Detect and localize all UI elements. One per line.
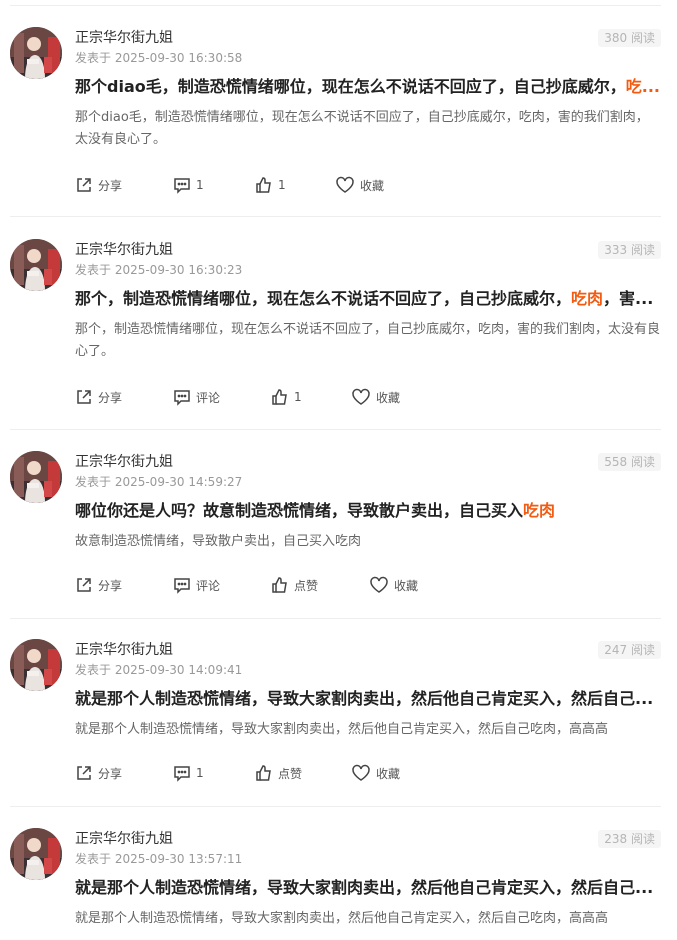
title-text: 那个，制造恐慌情绪哪位，现在怎么不说话不回应了，自己抄底威尔， — [75, 289, 572, 308]
post-card[interactable]: 正宗华尔街九姐 发表于 2025-09-30 16:30:23 333 阅读 那… — [10, 239, 661, 430]
avatar[interactable] — [10, 639, 62, 691]
post-title[interactable]: 就是那个人制造恐慌情绪，导致大家割肉卖出，然后他自己肯定买入，然后自己... — [75, 688, 661, 710]
favorite-label: 收藏 — [376, 390, 401, 405]
share-label: 分享 — [98, 766, 123, 781]
share-label: 分享 — [98, 178, 123, 193]
comment-label: 1 — [196, 766, 204, 780]
like-button[interactable]: 点赞 — [271, 575, 318, 595]
favorite-button[interactable]: 收藏 — [335, 175, 384, 195]
comment-icon — [173, 176, 196, 194]
author-name[interactable]: 正宗华尔街九姐 — [75, 830, 173, 848]
post-time: 发表于 2025-09-30 16:30:58 — [75, 51, 243, 65]
post-body[interactable]: 就是那个人制造恐慌情绪，导致大家割肉卖出，然后他自己肯定买入，然后自己吃肉，高高… — [75, 719, 661, 741]
title-text: 那个diao毛，制造恐慌情绪哪位，现在怎么不说话不回应了，自己抄底威尔， — [75, 77, 626, 96]
title-tail: ，害... — [603, 289, 654, 308]
share-icon — [75, 764, 98, 782]
thumbs-up-icon — [271, 388, 294, 406]
post-body[interactable]: 那个，制造恐慌情绪哪位，现在怎么不说话不回应了，自己抄底威尔，吃肉，害的我们割肉… — [75, 319, 661, 363]
like-label: 1 — [294, 390, 302, 404]
share-button[interactable]: 分享 — [75, 387, 122, 407]
post-time: 发表于 2025-09-30 13:57:11 — [75, 852, 243, 866]
post-title[interactable]: 哪位你还是人吗？故意制造恐慌情绪，导致散户卖出，自己买入吃肉 — [75, 500, 661, 522]
read-count-badge: 380 阅读 — [598, 29, 661, 47]
favorite-button[interactable]: 收藏 — [351, 763, 400, 783]
heart-icon — [335, 176, 360, 194]
favorite-label: 收藏 — [360, 178, 385, 193]
comment-button[interactable]: 评论 — [173, 387, 220, 407]
comment-icon — [173, 764, 196, 782]
author-name[interactable]: 正宗华尔街九姐 — [75, 29, 173, 47]
post-divider — [10, 216, 661, 217]
like-label: 1 — [278, 178, 286, 192]
thumbs-up-icon — [255, 764, 278, 782]
post-divider — [10, 618, 661, 619]
favorite-label: 收藏 — [394, 578, 419, 593]
read-count-badge: 333 阅读 — [598, 241, 661, 259]
favorite-button[interactable]: 收藏 — [351, 387, 400, 407]
post-card[interactable]: 正宗华尔街九姐 发表于 2025-09-30 13:57:11 238 阅读 就… — [10, 828, 661, 940]
post-card[interactable]: 正宗华尔街九姐 发表于 2025-09-30 16:30:58 380 阅读 那… — [10, 27, 661, 217]
post-divider — [10, 429, 661, 430]
title-highlight: 吃... — [625, 77, 660, 96]
comment-button[interactable]: 1 — [173, 175, 204, 195]
share-label: 分享 — [98, 578, 123, 593]
thumbs-up-icon — [271, 576, 294, 594]
post-feed: 正宗华尔街九姐 发表于 2025-09-30 16:30:58 380 阅读 那… — [0, 0, 677, 940]
thumbs-up-icon — [255, 176, 278, 194]
post-card[interactable]: 正宗华尔街九姐 发表于 2025-09-30 14:09:41 247 阅读 就… — [10, 639, 661, 807]
comment-button[interactable]: 评论 — [173, 575, 220, 595]
share-label: 分享 — [98, 390, 123, 405]
avatar[interactable] — [10, 27, 62, 79]
post-time: 发表于 2025-09-30 16:30:23 — [75, 263, 243, 277]
read-count-badge: 558 阅读 — [598, 453, 661, 471]
post-body[interactable]: 那个diao毛，制造恐慌情绪哪位，现在怎么不说话不回应了，自己抄底威尔，吃肉，害… — [75, 107, 661, 151]
share-button[interactable]: 分享 — [75, 763, 122, 783]
post-body[interactable]: 就是那个人制造恐慌情绪，导致大家割肉卖出，然后他自己肯定买入，然后自己吃肉，高高… — [75, 908, 661, 930]
author-name[interactable]: 正宗华尔街九姐 — [75, 641, 173, 659]
post-title[interactable]: 那个，制造恐慌情绪哪位，现在怎么不说话不回应了，自己抄底威尔，吃肉，害... — [75, 288, 661, 310]
author-name[interactable]: 正宗华尔街九姐 — [75, 241, 173, 259]
like-label: 点赞 — [294, 578, 319, 593]
share-icon — [75, 388, 98, 406]
favorite-button[interactable]: 收藏 — [369, 575, 418, 595]
like-label: 点赞 — [278, 766, 303, 781]
heart-icon — [351, 388, 376, 406]
comment-button[interactable]: 1 — [173, 763, 204, 783]
comment-label: 评论 — [196, 578, 221, 593]
post-title[interactable]: 就是那个人制造恐慌情绪，导致大家割肉卖出，然后他自己肯定买入，然后自己... — [75, 877, 661, 899]
avatar[interactable] — [10, 828, 62, 880]
avatar[interactable] — [10, 451, 62, 503]
post-title[interactable]: 那个diao毛，制造恐慌情绪哪位，现在怎么不说话不回应了，自己抄底威尔，吃... — [75, 76, 661, 98]
like-button[interactable]: 1 — [271, 387, 302, 407]
post-card[interactable]: 正宗华尔街九姐 发表于 2025-09-30 14:59:27 558 阅读 哪… — [10, 451, 661, 619]
share-icon — [75, 176, 98, 194]
share-button[interactable]: 分享 — [75, 175, 122, 195]
post-divider — [10, 806, 661, 807]
comment-label: 1 — [196, 178, 204, 192]
like-button[interactable]: 1 — [255, 175, 286, 195]
share-button[interactable]: 分享 — [75, 575, 122, 595]
title-text: 哪位你还是人吗？故意制造恐慌情绪，导致散户卖出，自己买入 — [75, 501, 524, 520]
like-button[interactable]: 点赞 — [255, 763, 302, 783]
read-count-badge: 238 阅读 — [598, 830, 661, 848]
avatar[interactable] — [10, 239, 62, 291]
post-time: 发表于 2025-09-30 14:09:41 — [75, 663, 243, 677]
title-text: 就是那个人制造恐慌情绪，导致大家割肉卖出，然后他自己肯定买入，然后自己... — [75, 878, 654, 897]
comment-icon — [173, 388, 196, 406]
title-highlight: 吃肉 — [571, 289, 604, 308]
post-time: 发表于 2025-09-30 14:59:27 — [75, 475, 243, 489]
title-text: 就是那个人制造恐慌情绪，导致大家割肉卖出，然后他自己肯定买入，然后自己... — [75, 689, 654, 708]
read-count-badge: 247 阅读 — [598, 641, 661, 659]
comment-label: 评论 — [196, 390, 221, 405]
heart-icon — [369, 576, 394, 594]
title-highlight: 吃肉 — [523, 501, 556, 520]
post-body[interactable]: 故意制造恐慌情绪，导致散户卖出，自己买入吃肉 — [75, 531, 661, 553]
favorite-label: 收藏 — [376, 766, 401, 781]
share-icon — [75, 576, 98, 594]
author-name[interactable]: 正宗华尔街九姐 — [75, 453, 173, 471]
comment-icon — [173, 576, 196, 594]
heart-icon — [351, 764, 376, 782]
top-divider — [10, 5, 661, 6]
